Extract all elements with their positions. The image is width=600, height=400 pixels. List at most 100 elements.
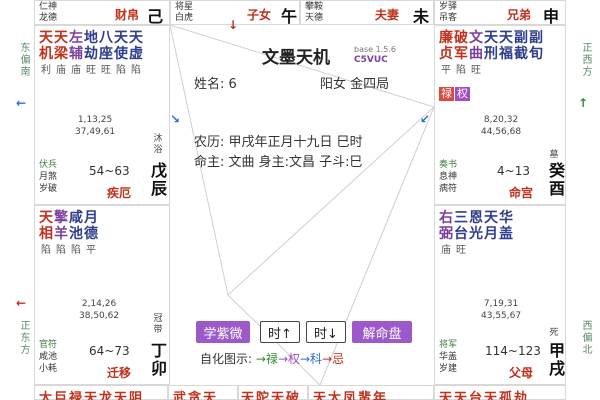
legend-prefix: 自化图示: [200,352,253,366]
palace-strip-wei[interactable]: 攀鞍 天德 夫妻 未 [300,0,434,26]
palace-ganzhi: 申 [543,7,560,26]
strip-small-1: 将星 [175,2,194,12]
star-glyph: 天 [499,30,513,46]
palace-ganzhi: 甲戌 [548,341,565,378]
app-title: 文墨天机 [262,48,330,68]
star-left1-stars2-5: 使陷 [114,46,128,78]
star-glyph: 天 [484,30,498,46]
star-glyph: 光 [469,226,483,242]
strip-small-2: 龙德 [39,13,58,23]
strip-small-2: 白虎 [175,13,194,23]
star-right1-stars2-5: 截 [514,46,528,78]
star-right2-stars2-1: 台旺 [454,226,468,258]
star-glyph: 廉 [439,30,453,46]
star-glyph: 月 [484,226,498,242]
palace-jie[interactable]: 天天左地八天天 机利梁庙辅庙劫旺座旺使陷虚陷 1,13,25 37,49,61 … [34,25,170,205]
palace-state: 死 [549,328,559,338]
arrow-left-bottom-icon: ← [16,296,27,310]
star-glyph: 八 [99,30,113,46]
profile-name: 姓名: 6 [194,77,237,92]
star-brightness: 平 [441,65,451,76]
star-left1-stars2-0: 机利 [39,46,53,78]
star-glyph: 德 [84,226,98,242]
small-star-3: 岁建 [439,364,458,374]
star-brightness: 平 [86,245,96,256]
palace-strip-si[interactable]: 仁神 龙德 财帛 己巳 [34,0,170,50]
star-glyph: 地 [84,30,98,46]
star-left2-stars-0: 天 [39,210,53,226]
star-glyph: 台 [454,226,468,242]
time-down-button[interactable]: 时↓ [306,321,346,343]
star-glyph: 曲 [469,46,483,62]
decade-range: 4~13 [497,164,530,178]
legend-lu: →禄 [255,352,278,366]
bottom-stars: 天太凤蜚年 [313,391,389,400]
palace-strip-bottom-2[interactable]: 天陀天破 [238,385,308,400]
palace-ming[interactable]: 廉破文天天副副 贞平军陷曲旺刑福截旬 禄权 8,20,32 44,56,68 墓… [434,25,566,205]
palace-fumu[interactable]: 右三恩天华 弼庙台旺光月盖 7,19,31 43,55,67 死 将军 华盖 岁… [434,205,566,385]
star-glyph: 副 [529,30,543,46]
star-brightness: 旺 [86,65,96,76]
palace-state: 沐浴 [153,134,163,155]
star-glyph: 天 [39,30,53,46]
palace-ganzhi: 戊辰 [150,161,167,198]
legend-ji: →忌 [322,352,345,366]
arrow-left-top-icon: ← [16,96,27,110]
sihua-legend: 自化图示: →禄→权→科→忌 [200,350,344,367]
hua-lu-badge: 禄 [439,87,454,101]
star-brightness: 庙 [441,245,451,256]
small-star-2: 息神 [439,172,458,182]
star-right2-stars2-0: 弼庙 [439,226,453,258]
age-numbers: 8,20,32 44,56,68 [481,115,522,137]
profile-ming: 命主: 文曲 身主:文昌 子斗:巳 [194,155,363,170]
star-glyph: 恩 [469,210,483,226]
star-glyph: 天 [114,30,128,46]
star-glyph: 天 [129,30,143,46]
star-right2-stars2-4: 盖 [499,226,513,258]
star-glyph: 弼 [439,226,453,242]
star-left1-stars-1: 天 [54,30,68,46]
star-row-2: 贞平军陷曲旺刑福截旬 [439,46,543,78]
palace-state: 墓 [549,150,559,160]
time-up-button[interactable]: 时↑ [260,321,300,343]
star-right2-stars-4: 华 [499,210,513,226]
direction-label-left-bottom: 正东方 [18,320,29,356]
star-left1-stars-2: 左 [69,30,83,46]
arrow-right-top-icon: ↑ [578,96,589,110]
palace-strip-shen[interactable]: 岁驿 吊客 兄弟 申 [434,0,566,26]
star-glyph: 福 [499,46,513,62]
palace-ganzhi: 丁卯 [150,341,167,378]
palace-name-caibo: 财帛 [115,8,140,22]
study-ziwei-button[interactable]: 学紫微 [196,321,250,343]
small-star-2: 华盖 [439,352,458,362]
star-brightness: 陷 [71,245,81,256]
version-label: base 1.5.6 [354,45,396,54]
small-star-1: 伏兵 [39,160,58,170]
star-left2-stars2-1: 羊陷 [54,226,68,258]
strip-small-1: 岁驿 [439,2,458,12]
star-glyph: 使 [114,46,128,62]
legend-ke: →科 [300,352,323,366]
star-glyph: 天 [39,210,53,226]
star-left2-stars2-2: 池陷 [69,226,83,258]
star-brightness: 旺 [456,245,466,256]
small-star-3: 岁破 [39,184,58,194]
palace-state: 冠带 [153,314,163,335]
star-glyph: 刑 [484,46,498,62]
palace-strip-bottom-4[interactable]: 天天台天孤劫 [434,385,566,400]
bottom-stars: 天陀天破 [241,391,302,400]
palace-strip-bottom-0[interactable]: 太巨禄天龙天阴 [34,385,168,400]
profile-gender-ju: 阳女 金四局 [320,77,390,92]
star-left2-stars2-3: 德平 [84,226,98,258]
bottom-stars: 太巨禄天龙天阴 [39,391,145,400]
palace-name-xiongdi: 兄弟 [507,8,532,22]
palace-name-ming: 命宫 [509,186,534,200]
palace-strip-bottom-3[interactable]: 天太凤蜚年 [308,385,434,400]
star-right2-stars-2: 恩 [469,210,483,226]
palace-strip-bottom-1[interactable]: 武贪天 [168,385,238,400]
star-row-1: 天擎咸月 [39,210,98,226]
solve-chart-button[interactable]: 解命盘 [352,321,412,343]
star-glyph: 梁 [54,46,68,62]
small-star-3: 病符 [439,184,458,194]
palace-qianyi[interactable]: 天擎咸月 相陷羊陷池陷德平 2,14,26 38,50,62 冠带 官符 咸池 … [34,205,170,385]
